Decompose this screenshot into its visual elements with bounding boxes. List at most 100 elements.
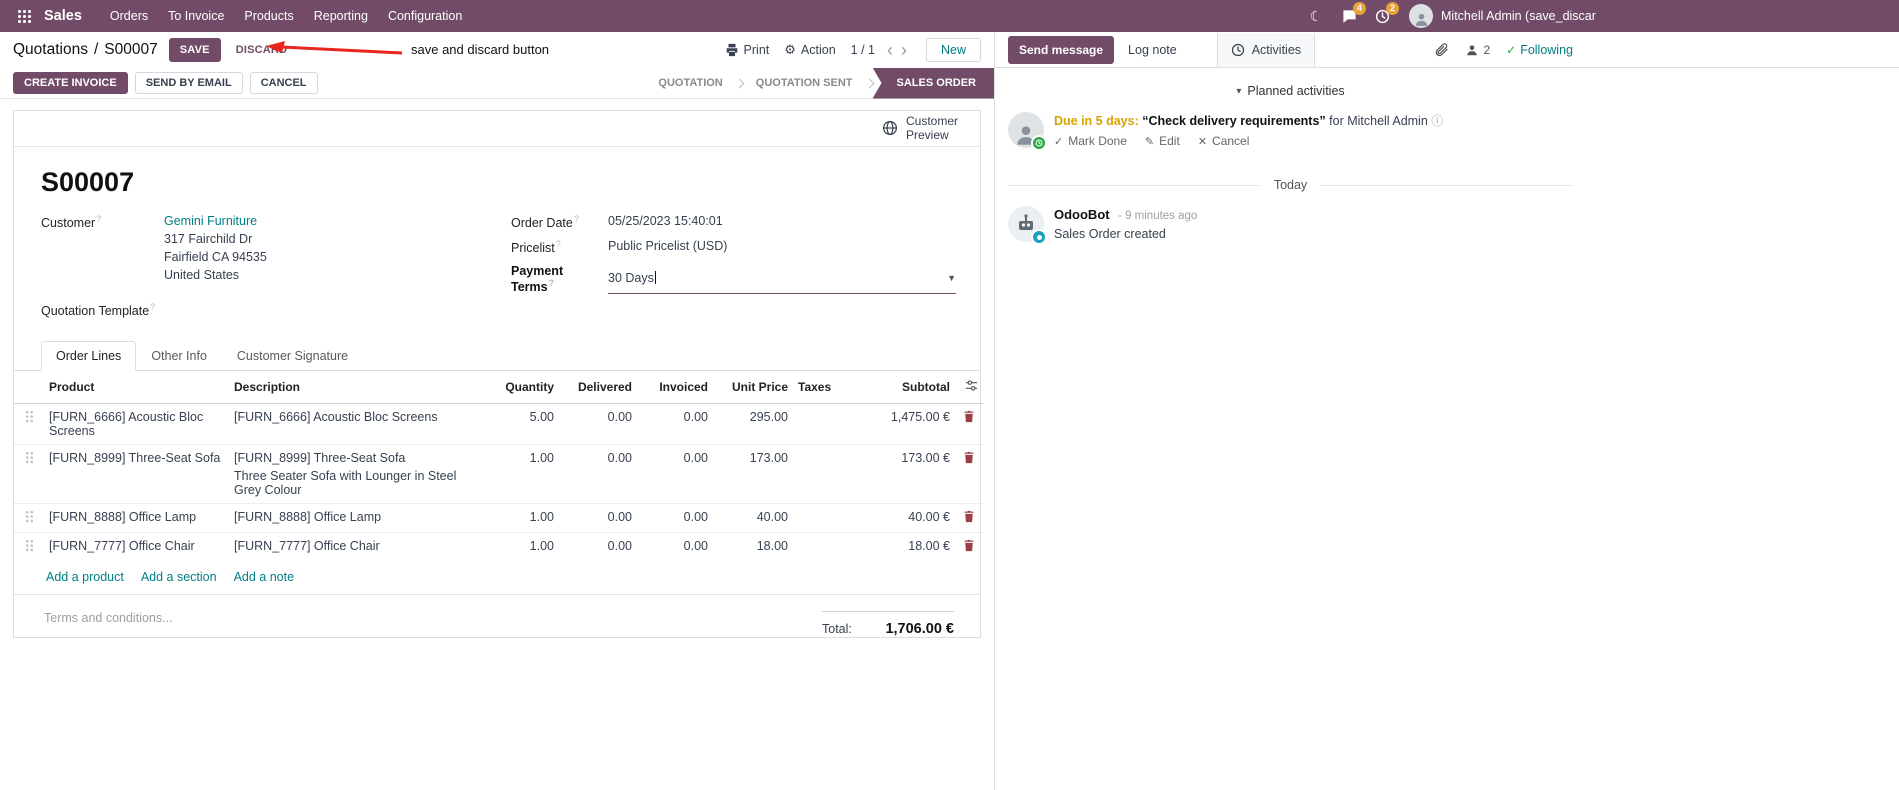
- planned-activities-header[interactable]: ▾ Planned activities: [1008, 84, 1573, 98]
- drag-handle-icon[interactable]: [14, 444, 44, 504]
- tab-order-lines[interactable]: Order Lines: [41, 341, 137, 372]
- create-invoice-button[interactable]: CREATE INVOICE: [13, 72, 128, 94]
- cell-invoiced[interactable]: 0.00: [637, 532, 713, 562]
- following-button[interactable]: ✓ Following: [1506, 43, 1573, 57]
- pricelist-field[interactable]: Public Pricelist (USD): [608, 239, 727, 255]
- text-cursor: [654, 271, 656, 285]
- save-button[interactable]: SAVE: [168, 38, 221, 62]
- menu-configuration[interactable]: Configuration: [378, 0, 472, 32]
- pager-next-icon[interactable]: ›: [897, 41, 911, 59]
- col-header-unit-price[interactable]: Unit Price: [713, 371, 793, 405]
- messages-icon[interactable]: 4: [1335, 0, 1366, 32]
- edit-activity-button[interactable]: ✎ Edit: [1145, 134, 1180, 148]
- tab-other-info[interactable]: Other Info: [136, 341, 222, 371]
- action-button[interactable]: ⚙ Action: [784, 42, 835, 58]
- add-a-note-link[interactable]: Add a note: [234, 570, 294, 584]
- info-icon[interactable]: ⓘ: [1431, 114, 1443, 128]
- cancel-button[interactable]: CANCEL: [249, 72, 318, 94]
- cell-unit-price[interactable]: 173.00: [713, 444, 793, 504]
- cell-delivered[interactable]: 0.00: [559, 503, 637, 533]
- status-step-quotation[interactable]: QUOTATION: [645, 68, 735, 99]
- cell-quantity[interactable]: 5.00: [481, 404, 559, 445]
- drag-handle-icon[interactable]: [14, 503, 44, 533]
- drag-handle-icon[interactable]: [14, 404, 44, 445]
- col-header-quantity[interactable]: Quantity: [481, 371, 559, 405]
- print-button[interactable]: Print: [725, 43, 769, 57]
- order-date-field[interactable]: 05/25/2023 15:40:01: [608, 214, 723, 230]
- send-message-button[interactable]: Send message: [1008, 35, 1115, 64]
- menu-to-invoice[interactable]: To Invoice: [158, 0, 234, 32]
- log-note-button[interactable]: Log note: [1118, 37, 1187, 63]
- col-header-description[interactable]: Description: [229, 371, 481, 405]
- cell-product[interactable]: [FURN_8999] Three-Seat Sofa: [44, 444, 229, 504]
- cell-invoiced[interactable]: 0.00: [637, 444, 713, 504]
- mark-done-button[interactable]: ✓ Mark Done: [1054, 134, 1127, 148]
- col-header-taxes[interactable]: Taxes: [793, 371, 863, 405]
- menu-products[interactable]: Products: [234, 0, 303, 32]
- breadcrumb-quotations[interactable]: Quotations: [13, 41, 88, 59]
- dropdown-caret-icon[interactable]: ▼: [947, 273, 956, 283]
- terms-and-conditions-input[interactable]: Terms and conditions...: [44, 611, 173, 637]
- cell-delivered[interactable]: 0.00: [559, 404, 637, 445]
- col-header-subtotal[interactable]: Subtotal: [863, 371, 955, 405]
- col-header-invoiced[interactable]: Invoiced: [637, 371, 713, 405]
- cell-unit-price[interactable]: 40.00: [713, 503, 793, 533]
- activities-tab[interactable]: Activities: [1216, 32, 1316, 67]
- date-divider: Today: [1008, 178, 1574, 192]
- add-a-product-link[interactable]: Add a product: [46, 570, 124, 584]
- add-a-section-link[interactable]: Add a section: [141, 570, 217, 584]
- cell-delivered[interactable]: 0.00: [559, 444, 637, 504]
- apps-menu-icon[interactable]: [10, 0, 38, 32]
- user-avatar[interactable]: [1409, 4, 1433, 28]
- cell-invoiced[interactable]: 0.00: [637, 404, 713, 445]
- tab-customer-signature[interactable]: Customer Signature: [222, 341, 363, 371]
- payment-terms-input[interactable]: 30 Days ▼: [608, 264, 956, 295]
- optional-columns-button[interactable]: [955, 371, 983, 405]
- activities-badge: 2: [1386, 2, 1399, 15]
- cell-description[interactable]: [FURN_8999] Three-Seat Sofa Three Seater …: [229, 444, 481, 504]
- user-name[interactable]: Mitchell Admin (save_discar: [1441, 9, 1596, 23]
- cancel-activity-button[interactable]: ✕ Cancel: [1198, 134, 1250, 148]
- cell-invoiced[interactable]: 0.00: [637, 503, 713, 533]
- cell-quantity[interactable]: 1.00: [481, 444, 559, 504]
- dark-mode-moon-icon[interactable]: ☾: [1302, 0, 1330, 32]
- cell-description[interactable]: [FURN_8888] Office Lamp: [229, 503, 481, 533]
- cell-quantity[interactable]: 1.00: [481, 532, 559, 562]
- attach-files-button[interactable]: [1434, 42, 1449, 57]
- delete-line-button[interactable]: [963, 510, 975, 526]
- cell-delivered[interactable]: 0.00: [559, 532, 637, 562]
- cell-quantity[interactable]: 1.00: [481, 503, 559, 533]
- cell-taxes[interactable]: [793, 444, 863, 504]
- form-pane: Quotations / S00007 SAVE DISCARD save an…: [0, 32, 995, 790]
- status-step-quotation-sent[interactable]: QUOTATION SENT: [743, 68, 866, 99]
- followers-button[interactable]: 2: [1465, 43, 1490, 57]
- cell-description[interactable]: [FURN_6666] Acoustic Bloc Screens: [229, 404, 481, 445]
- message-author[interactable]: OdooBot: [1054, 207, 1110, 222]
- cell-product[interactable]: [FURN_6666] Acoustic Bloc Screens: [44, 404, 229, 445]
- discard-button[interactable]: DISCARD: [232, 39, 292, 61]
- col-header-delivered[interactable]: Delivered: [559, 371, 637, 405]
- new-button[interactable]: New: [925, 38, 981, 62]
- menu-reporting[interactable]: Reporting: [304, 0, 378, 32]
- send-by-email-button[interactable]: SEND BY EMAIL: [134, 72, 243, 94]
- app-name[interactable]: Sales: [44, 8, 82, 24]
- delete-line-button[interactable]: [963, 410, 975, 426]
- drag-handle-icon[interactable]: [14, 532, 44, 562]
- cell-taxes[interactable]: [793, 404, 863, 445]
- pager-previous-icon[interactable]: ‹: [883, 41, 897, 59]
- menu-orders[interactable]: Orders: [100, 0, 158, 32]
- cell-product[interactable]: [FURN_8888] Office Lamp: [44, 503, 229, 533]
- delete-line-button[interactable]: [963, 451, 975, 467]
- activities-clock-icon[interactable]: 2: [1368, 0, 1399, 32]
- customer-link[interactable]: Gemini Furniture: [164, 214, 257, 228]
- customer-preview-button[interactable]: Customer Preview: [882, 114, 964, 143]
- cell-taxes[interactable]: [793, 503, 863, 533]
- cell-description[interactable]: [FURN_7777] Office Chair: [229, 532, 481, 562]
- delete-line-button[interactable]: [963, 539, 975, 555]
- status-step-sales-order[interactable]: SALES ORDER: [872, 67, 994, 99]
- cell-unit-price[interactable]: 295.00: [713, 404, 793, 445]
- cell-taxes[interactable]: [793, 532, 863, 562]
- col-header-product[interactable]: Product: [44, 371, 229, 405]
- cell-unit-price[interactable]: 18.00: [713, 532, 793, 562]
- cell-product[interactable]: [FURN_7777] Office Chair: [44, 532, 229, 562]
